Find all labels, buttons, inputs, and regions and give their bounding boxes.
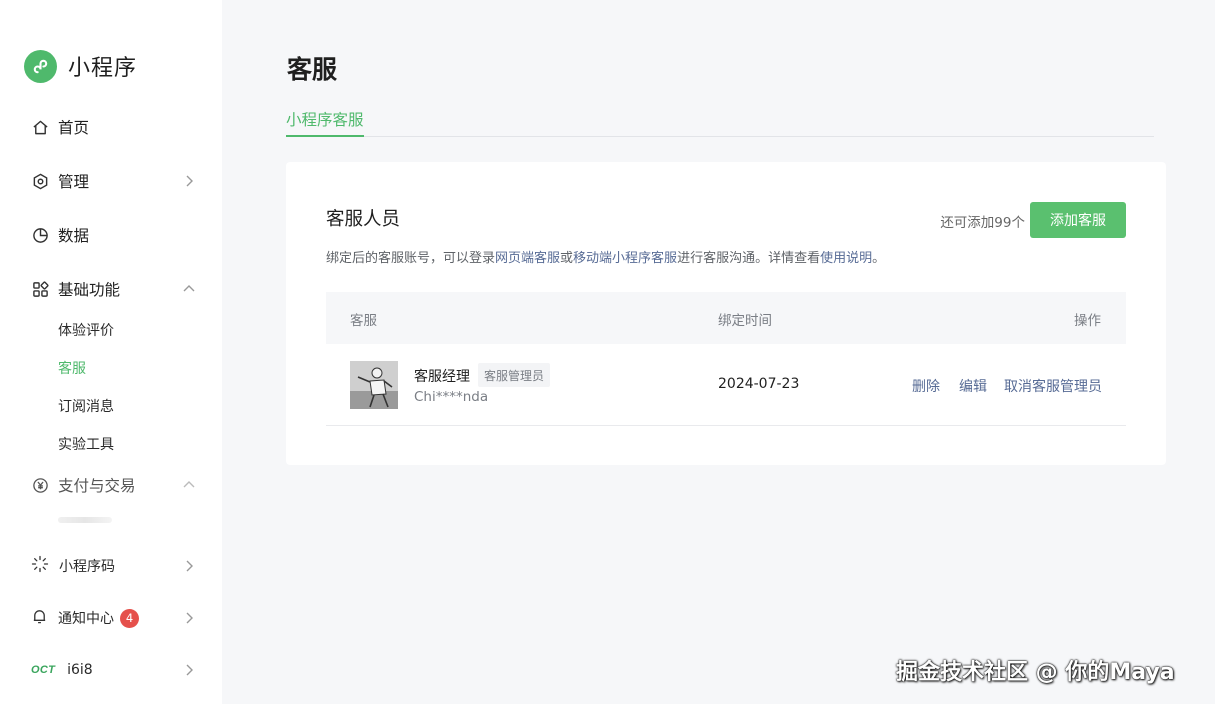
sidebar-item-label: 数据 — [58, 227, 90, 245]
table-row: 客服经理 客服管理员 Chi****nda 2024-07-23 删除 编辑 取… — [326, 344, 1126, 426]
column-header-operations: 操作 — [1074, 313, 1101, 329]
pie-chart-icon — [31, 226, 49, 244]
home-icon — [31, 118, 49, 136]
desc-text: 。 — [872, 251, 886, 266]
mobile-cs-link[interactable]: 移动端小程序客服 — [573, 251, 677, 266]
chevron-right-icon — [181, 662, 197, 678]
bind-time: 2024-07-23 — [718, 376, 800, 392]
sidebar-item-label: 管理 — [58, 173, 90, 191]
column-header-bind-time: 绑定时间 — [718, 313, 772, 329]
usage-guide-link[interactable]: 使用说明 — [820, 251, 872, 266]
avatar — [350, 361, 398, 409]
sidebar-item-basic-features[interactable]: 基础功能 — [31, 274, 201, 304]
sidebar-item-account[interactable]: OCT i6i8 — [31, 655, 201, 685]
chevron-up-icon — [181, 281, 197, 297]
miniprogram-logo-icon — [24, 49, 57, 83]
brand[interactable]: 小程序 — [24, 48, 137, 84]
tab-bar: 小程序客服 — [286, 104, 1154, 137]
sidebar-subitem-lab-tools[interactable]: 实验工具 — [58, 432, 114, 456]
sidebar-item-notice-center[interactable]: 通知中心 4 — [31, 603, 201, 633]
account-name: i6i8 — [67, 662, 93, 678]
desc-text: 或 — [560, 251, 574, 266]
sidebar-subitem-customer-service[interactable]: 客服 — [58, 356, 86, 380]
sidebar-item-label: 小程序码 — [59, 559, 115, 575]
role-tag: 客服管理员 — [478, 363, 551, 387]
desc-text: 绑定后的客服账号，可以登录 — [326, 251, 496, 266]
desc-text: 进行客服沟通。详情查看 — [677, 251, 821, 266]
hexagon-settings-icon — [31, 172, 49, 190]
sidebar-item-payment[interactable]: 支付与交易 — [31, 470, 201, 500]
sidebar-item-qrcode[interactable]: 小程序码 — [31, 551, 201, 581]
sidebar-item-label: 支付与交易 — [58, 477, 136, 495]
notification-count-badge: 4 — [120, 608, 139, 628]
cs-account: Chi****nda — [414, 389, 489, 405]
cs-name: 客服经理 — [414, 369, 470, 385]
brand-name: 小程序 — [68, 56, 138, 81]
tab-miniprogram-customer-service[interactable]: 小程序客服 — [286, 108, 364, 137]
customer-service-table: 客服 绑定时间 操作 客服经理 客服管理员 Chi****nda 2024-07… — [326, 292, 1126, 426]
remaining-quota: 还可添加99个 — [940, 215, 1025, 231]
grid-icon — [31, 280, 49, 298]
sidebar-item-manage[interactable]: 管理 — [31, 166, 201, 196]
sidebar-item-label: 通知中心 — [58, 611, 114, 627]
edit-button[interactable]: 编辑 — [959, 376, 987, 396]
card-title: 客服人员 — [326, 209, 401, 230]
bell-icon — [31, 608, 48, 629]
sidebar-item-label: 基础功能 — [58, 281, 121, 299]
sidebar-item-home[interactable]: 首页 — [31, 112, 201, 142]
sidebar-item-data[interactable]: 数据 — [31, 220, 201, 250]
delete-button[interactable]: 删除 — [912, 376, 940, 396]
sidebar-item-label: 首页 — [58, 119, 90, 137]
sidebar: 小程序 首页 管理 数据 基础功能 体验评价 客服 订阅消息 实验工具 支付与交… — [0, 0, 222, 704]
sidebar-subitem-review[interactable]: 体验评价 — [58, 318, 114, 342]
yuan-coin-icon — [31, 476, 49, 494]
table-header: 客服 绑定时间 操作 — [326, 292, 1126, 344]
sidebar-subitem-subscribe-message[interactable]: 订阅消息 — [58, 394, 114, 418]
watermark: 掘金技术社区 @ 你的Maya — [896, 660, 1175, 685]
revoke-admin-button[interactable]: 取消客服管理员 — [1004, 376, 1102, 396]
page-title: 客服 — [287, 55, 338, 84]
sparkle-code-icon — [31, 555, 49, 577]
web-cs-link[interactable]: 网页端客服 — [495, 251, 560, 266]
add-customer-service-button[interactable]: 添加客服 — [1030, 202, 1126, 238]
faded-menu-item — [58, 517, 112, 523]
account-logo: OCT — [31, 664, 56, 676]
chevron-right-icon — [181, 173, 197, 189]
chevron-right-icon — [181, 558, 197, 574]
chevron-up-icon — [181, 477, 197, 493]
customer-service-card: 客服人员 还可添加99个 添加客服 绑定后的客服账号，可以登录网页端客服或移动端… — [286, 162, 1166, 465]
column-header-cs: 客服 — [350, 313, 377, 329]
chevron-right-icon — [181, 610, 197, 626]
card-description: 绑定后的客服账号，可以登录网页端客服或移动端小程序客服进行客服沟通。详情查看使用… — [326, 247, 885, 266]
